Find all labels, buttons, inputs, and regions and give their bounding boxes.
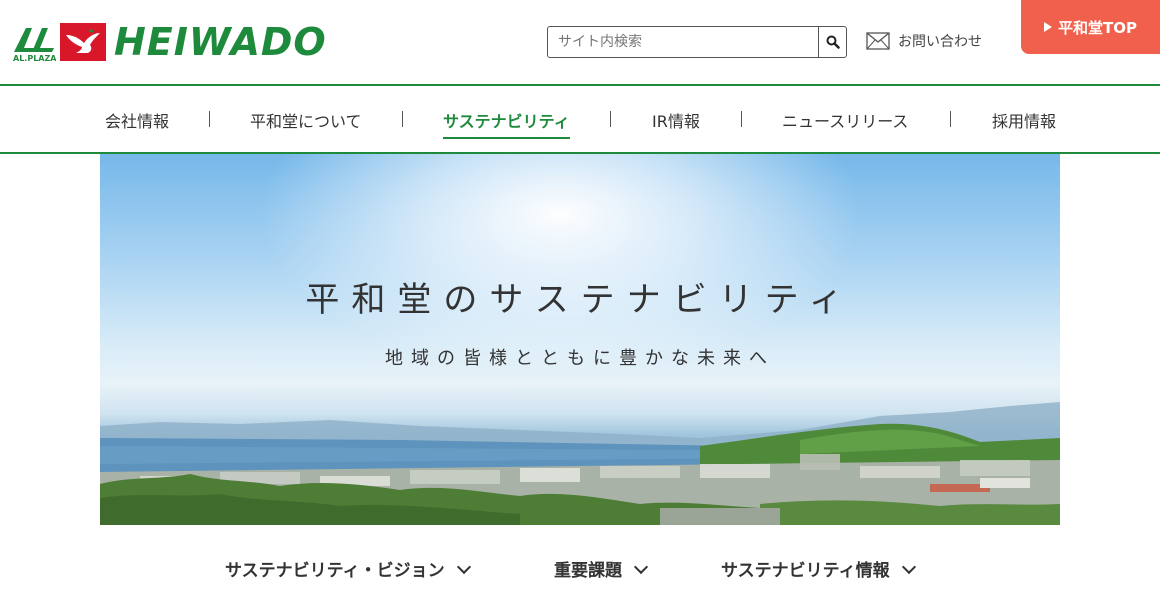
heiwado-top-button[interactable]: 平和堂TOP <box>1021 0 1160 54</box>
nav-separator <box>402 111 403 127</box>
nav-separator <box>209 111 210 127</box>
contact-label: お問い合わせ <box>898 34 982 50</box>
heiwado-logo[interactable]: AL.PLAZA HEIWADO <box>12 21 334 63</box>
nav-item-company[interactable]: 会社情報 <box>105 108 169 132</box>
chevron-down-icon <box>456 559 471 574</box>
nav-item-sustainability[interactable]: サステナビリティ <box>443 108 570 139</box>
hero-title: 平和堂のサステナビリティ <box>305 280 855 320</box>
site-search <box>547 26 847 58</box>
magnifier-icon <box>826 35 840 49</box>
chevron-down-icon <box>633 559 649 574</box>
nav-item-recruit[interactable]: 採用情報 <box>992 108 1056 132</box>
search-button[interactable] <box>818 27 846 57</box>
subnav-item-label: サステナビリティ情報 <box>721 561 890 581</box>
search-input[interactable] <box>548 27 818 57</box>
nav-separator <box>950 111 951 127</box>
dove-mark-icon <box>60 23 106 61</box>
nav-separator <box>610 111 611 127</box>
play-triangle-icon <box>1044 22 1052 32</box>
hero-banner: 平和堂のサステナビリティ 地域の皆様とともに豊かな未来へ <box>100 154 1060 525</box>
envelope-icon <box>866 32 890 50</box>
site-header: AL.PLAZA HEIWADO お問い合わせ <box>0 0 1160 86</box>
top-button-label: 平和堂TOP <box>1058 18 1137 37</box>
contact-link[interactable]: お問い合わせ <box>866 31 982 51</box>
logo-wordmark: HEIWADO <box>114 20 327 64</box>
subnav-item-info[interactable]: サステナビリティ情報 <box>721 556 916 581</box>
chevron-down-icon <box>901 559 916 574</box>
sustainability-subnav: サステナビリティ・ビジョン 重要課題 サステナビリティ情報 <box>0 540 1160 596</box>
nav-item-about[interactable]: 平和堂について <box>250 108 362 132</box>
logo-sub-text: AL.PLAZA <box>13 54 56 62</box>
global-nav: 会社情報 平和堂について サステナビリティ IR情報 ニュースリリース 採用情報 <box>0 88 1160 154</box>
subnav-item-label: サステナビリティ・ビジョン <box>225 561 445 581</box>
subnav-item-label: 重要課題 <box>554 561 622 581</box>
hero-subtitle: 地域の皆様とともに豊かな未来へ <box>385 348 775 369</box>
nav-separator <box>741 111 742 127</box>
al-plaza-mark-icon: AL.PLAZA <box>12 22 57 63</box>
subnav-item-vision[interactable]: サステナビリティ・ビジョン <box>225 556 471 581</box>
nav-item-news[interactable]: ニュースリリース <box>782 108 908 132</box>
subnav-item-materiality[interactable]: 重要課題 <box>554 556 649 581</box>
nav-item-ir[interactable]: IR情報 <box>652 108 700 132</box>
lake-town-landscape <box>100 402 1060 525</box>
